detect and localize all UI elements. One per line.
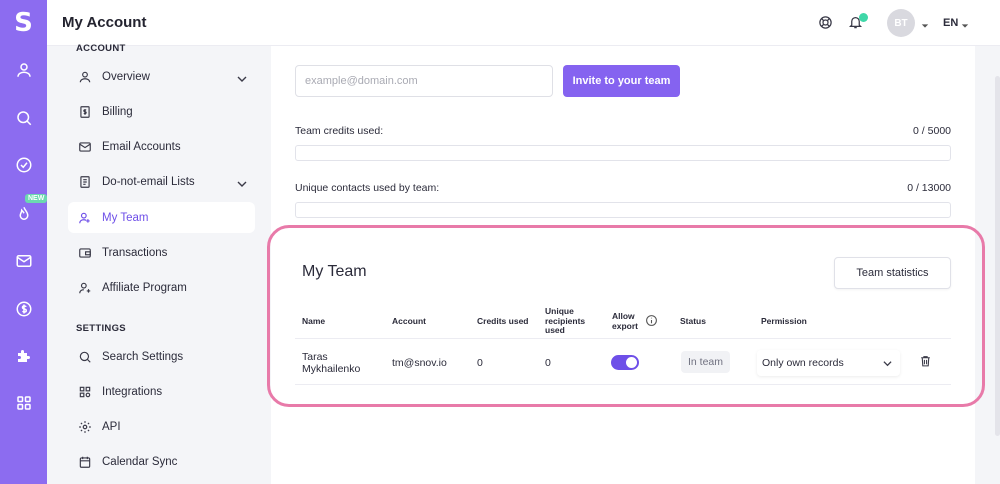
- affiliate-icon: [68, 281, 102, 295]
- member-first-name: Taras: [302, 351, 328, 363]
- list-icon: [68, 175, 102, 189]
- search-icon[interactable]: [0, 103, 47, 133]
- sidebar-item-email-accounts[interactable]: Email Accounts: [68, 131, 255, 162]
- sidebar-item-label: Transactions: [102, 246, 168, 259]
- sidebar-item-label: Integrations: [102, 385, 163, 398]
- delete-member-icon[interactable]: [919, 354, 932, 373]
- team-credits-progress: [295, 145, 951, 161]
- wallet-icon: [68, 246, 102, 260]
- allow-export-toggle[interactable]: [611, 355, 639, 370]
- status-badge: In team: [681, 351, 731, 373]
- table-divider: [295, 384, 951, 385]
- user-icon[interactable]: [0, 55, 47, 85]
- notifications-bell-icon[interactable]: [848, 13, 868, 35]
- calendar-icon: [68, 455, 102, 469]
- column-header-line: export: [612, 320, 638, 331]
- member-last-name: Mykhailenko: [302, 363, 361, 375]
- info-icon[interactable]: [645, 314, 658, 332]
- integrations-icon: [68, 385, 102, 399]
- page-scrollbar-track: [975, 46, 1000, 484]
- app-logo[interactable]: S: [0, 0, 47, 46]
- chevron-down-icon[interactable]: [237, 176, 247, 194]
- search-icon: [68, 350, 102, 364]
- sidebar-item-label: Do-not-email Lists: [102, 175, 195, 188]
- sidebar-section-settings: SETTINGS: [76, 323, 126, 334]
- sidebar-item-label: Email Accounts: [102, 140, 181, 153]
- column-header-unique-recipients: Unique recipients used: [545, 306, 585, 336]
- team-section-title: My Team: [302, 263, 367, 280]
- sidebar-item-search-settings[interactable]: Search Settings: [68, 341, 255, 372]
- team-settings-panel: Invite to your team Team credits used: 0…: [271, 46, 975, 484]
- sidebar-item-integrations[interactable]: Integrations: [68, 376, 255, 407]
- help-icon[interactable]: [818, 15, 833, 35]
- column-header-name: Name: [302, 316, 326, 326]
- mail-icon[interactable]: [0, 246, 47, 276]
- sidebar-section-account: ACCOUNT: [76, 43, 126, 54]
- member-name: Taras Mykhailenko: [302, 351, 360, 375]
- team-icon: [68, 211, 102, 225]
- page-scrollbar[interactable]: [995, 76, 1000, 436]
- sidebar-item-affiliate-program[interactable]: Affiliate Program: [68, 272, 255, 303]
- sidebar-item-label: My Team: [102, 211, 149, 224]
- grid-icon[interactable]: [0, 388, 47, 418]
- permission-select-value: Only own records: [762, 357, 844, 369]
- billing-icon: [68, 105, 102, 119]
- unique-contacts-value: 0 / 13000: [907, 182, 951, 194]
- column-header-credits-used: Credits used: [477, 316, 529, 326]
- sidebar-item-calendar-sync[interactable]: Calendar Sync: [68, 446, 255, 477]
- team-credits-label: Team credits used:: [295, 125, 384, 137]
- member-unique-recipients: 0: [545, 357, 551, 369]
- sidebar-item-overview[interactable]: Overview: [68, 61, 255, 92]
- mail-icon: [68, 140, 102, 154]
- page-title: My Account: [62, 14, 147, 31]
- chevron-down-icon: [883, 359, 892, 371]
- team-statistics-button[interactable]: Team statistics: [834, 257, 951, 289]
- sidebar-item-label: Calendar Sync: [102, 455, 178, 468]
- sidebar-item-label: API: [102, 420, 121, 433]
- avatar[interactable]: BT: [887, 9, 915, 37]
- member-account: tm@snov.io: [392, 357, 447, 369]
- sidebar-item-label: Overview: [102, 70, 150, 83]
- team-credits-value: 0 / 5000: [913, 125, 951, 137]
- toggle-knob: [626, 357, 637, 368]
- column-header-line: used: [545, 325, 565, 335]
- chevron-down-icon[interactable]: [921, 17, 929, 35]
- chevron-down-icon[interactable]: [237, 71, 247, 89]
- dollar-icon[interactable]: [0, 294, 47, 324]
- sidebar-item-do-not-email-lists[interactable]: Do-not-email Lists: [68, 166, 255, 197]
- sidebar-item-my-team[interactable]: My Team: [68, 202, 255, 233]
- column-header-allow-export: Allow export: [612, 311, 638, 331]
- sidebar-item-label: Billing: [102, 105, 133, 118]
- notification-dot: [859, 13, 868, 22]
- sidebar-item-transactions[interactable]: Transactions: [68, 237, 255, 268]
- puzzle-icon[interactable]: [0, 341, 47, 371]
- flame-icon[interactable]: [0, 199, 47, 229]
- sidebar-item-label: Search Settings: [102, 350, 184, 363]
- language-selector[interactable]: EN: [943, 17, 958, 29]
- gear-icon: [68, 420, 102, 434]
- permission-select[interactable]: Only own records: [757, 350, 900, 376]
- account-sidebar: ACCOUNT Overview Billing Email Accounts …: [47, 43, 271, 484]
- column-header-status: Status: [680, 316, 706, 326]
- sidebar-item-billing[interactable]: Billing: [68, 96, 255, 127]
- unique-contacts-progress: [295, 202, 951, 218]
- check-circle-icon[interactable]: [0, 150, 47, 180]
- unique-contacts-label: Unique contacts used by team:: [295, 182, 440, 194]
- invite-button[interactable]: Invite to your team: [563, 65, 680, 97]
- sidebar-item-api[interactable]: API: [68, 411, 255, 442]
- app-rail: S NEW: [0, 0, 48, 484]
- column-header-account: Account: [392, 316, 426, 326]
- top-bar: My Account BT EN: [47, 0, 1000, 46]
- sidebar-item-label: Affiliate Program: [102, 281, 187, 294]
- user-icon: [68, 70, 102, 84]
- table-divider: [295, 338, 951, 339]
- member-credits-used: 0: [477, 357, 483, 369]
- chevron-down-icon[interactable]: [961, 17, 969, 35]
- invite-email-input[interactable]: [295, 65, 553, 97]
- column-header-permission: Permission: [761, 316, 807, 326]
